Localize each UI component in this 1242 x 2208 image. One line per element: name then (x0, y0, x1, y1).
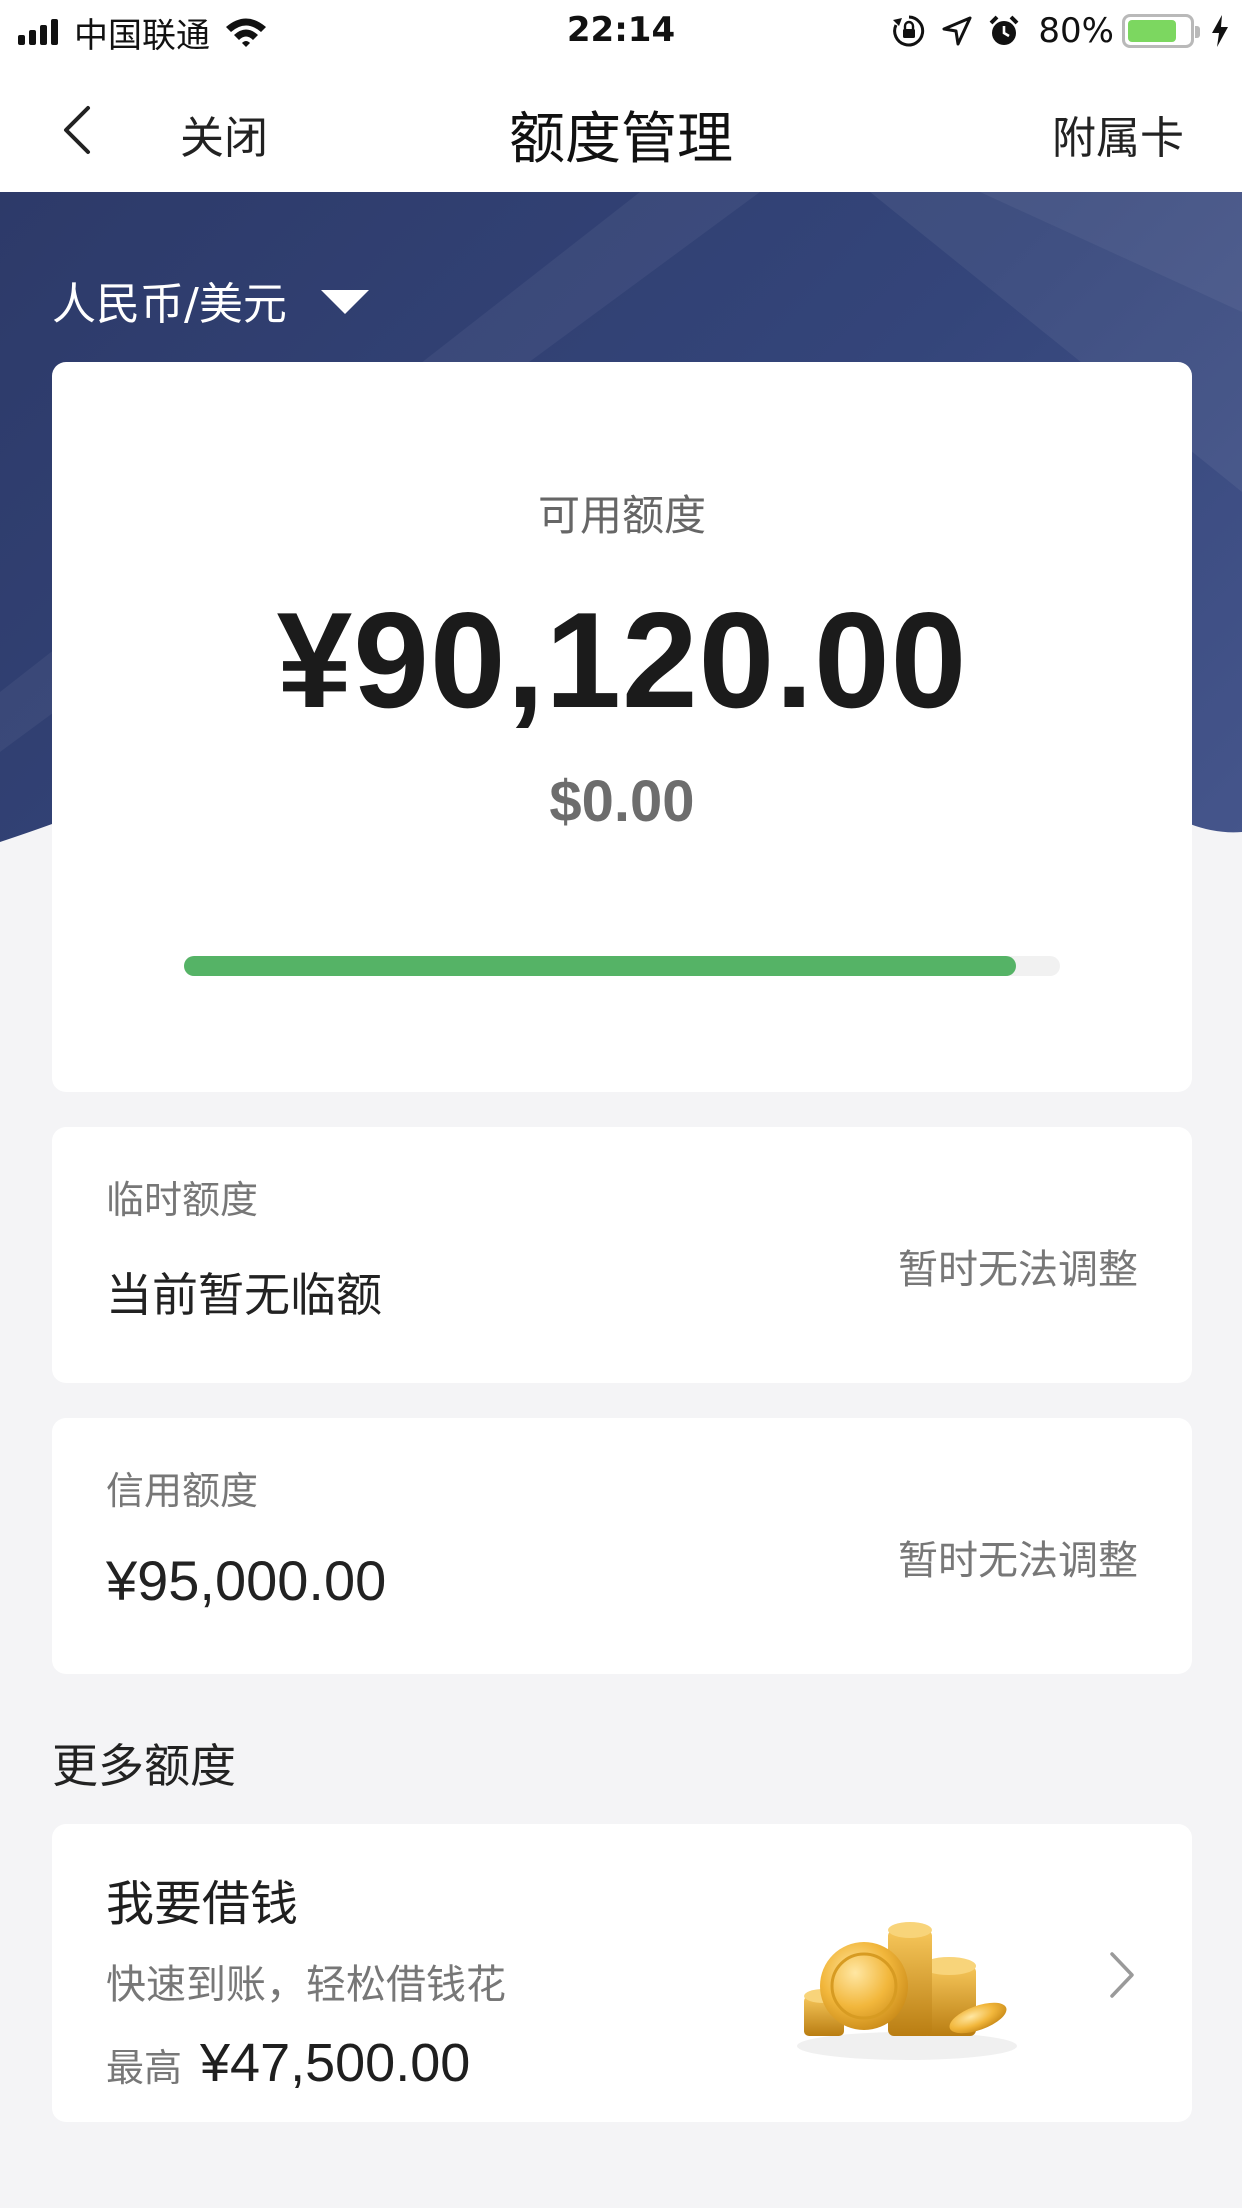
currency-selector[interactable]: 人民币/美元 (52, 268, 369, 332)
location-icon (942, 16, 972, 46)
status-right: 80% (876, 11, 1230, 51)
battery-percent: 80% (1038, 11, 1114, 51)
alarm-icon (988, 14, 1020, 48)
nav-bar: 关闭 额度管理 附属卡 (0, 62, 1242, 192)
credit-limit-card: 信用额度 ¥95,000.00 暂时无法调整 (52, 1418, 1192, 1674)
usage-progress-fill (184, 956, 1017, 976)
temporary-limit-value: 当前暂无临额 (106, 1268, 382, 1322)
chevron-right-icon (1110, 1952, 1134, 1998)
available-credit-label: 可用额度 (537, 491, 706, 540)
available-usd-amount: $0.00 (549, 769, 695, 834)
battery-icon (1122, 14, 1200, 48)
usage-progress-bar (184, 956, 1060, 976)
more-limits-heading: 更多额度 (52, 1739, 236, 1793)
supplementary-card-button[interactable]: 附属卡 (1052, 102, 1184, 166)
loan-max-value: ¥47,500.00 (200, 2033, 471, 2093)
credit-limit-value: ¥95,000.00 (106, 1549, 387, 1612)
loan-offer-card[interactable]: 我要借钱 快速到账，轻松借钱花 最高 ¥47,500.00 (52, 1824, 1192, 2122)
dropdown-caret-icon (320, 290, 369, 314)
loan-max-label: 最高 (106, 2046, 183, 2090)
battery-fill (1128, 20, 1176, 42)
available-credit-card: 可用额度 ¥90,120.00 $0.00 (52, 362, 1192, 1092)
temporary-limit-label: 临时额度 (106, 1178, 259, 1222)
orientation-lock-icon (892, 14, 926, 48)
temporary-limit-status: 暂时无法调整 (898, 1247, 1138, 1293)
loan-subtitle: 快速到账，轻松借钱花 (106, 1962, 506, 2008)
status-bar: 中国联通 22:14 80% (0, 0, 1242, 62)
currency-label: 人民币/美元 (52, 279, 287, 330)
credit-limit-status: 暂时无法调整 (898, 1538, 1138, 1584)
available-cny-amount: ¥90,120.00 (276, 584, 968, 736)
temporary-limit-card: 临时额度 当前暂无临额 暂时无法调整 (52, 1127, 1192, 1383)
credit-limit-label: 信用额度 (106, 1469, 259, 1513)
loan-max: 最高 ¥47,500.00 (106, 2032, 470, 2094)
loan-title: 我要借钱 (106, 1876, 299, 1932)
charging-icon (1210, 14, 1230, 48)
coins-icon (797, 1922, 1017, 2060)
